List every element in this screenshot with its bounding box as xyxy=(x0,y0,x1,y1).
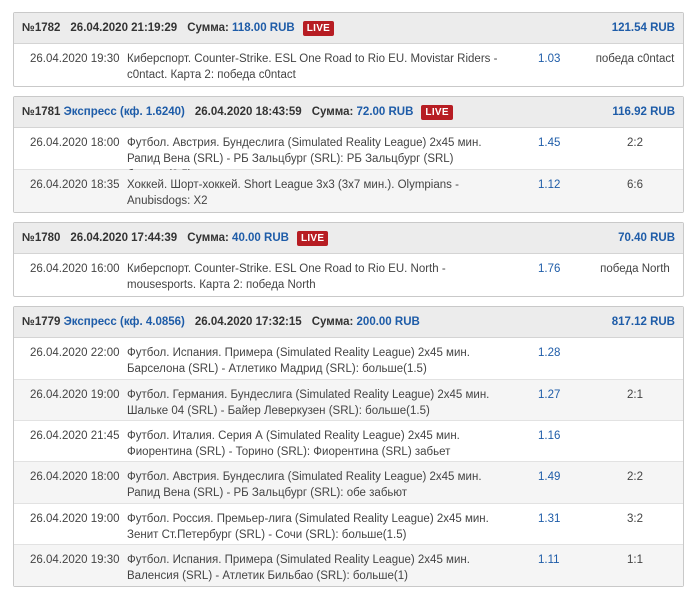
bet-card-1782: №1782 26.04.2020 21:19:29 Сумма: 118.00 … xyxy=(13,12,684,87)
event-description: Футбол. Германия. Бундеслига (Simulated … xyxy=(127,389,490,417)
bet-row: 26.04.2020 16:00 Киберспорт. Counter-Str… xyxy=(14,254,683,296)
event-odds: 1.03 xyxy=(538,53,561,65)
event-date: 26.04.2020 19:00 xyxy=(30,513,120,525)
event-description: Хоккей. Шорт-хоккей. Short League 3x3 (3… xyxy=(127,179,459,207)
bet-card-1779: №1779 Экспресс (кф. 4.0856) 26.04.2020 1… xyxy=(13,306,684,587)
event-date: 26.04.2020 18:35 xyxy=(30,179,120,191)
event-result: 2:1 xyxy=(627,389,643,401)
bet-sum-label: Сумма: xyxy=(311,316,354,328)
bet-payout: 70.40 RUB xyxy=(618,232,675,244)
bet-row: 26.04.2020 19:00 Футбол. Германия. Бунде… xyxy=(14,380,683,421)
event-date: 26.04.2020 19:30 xyxy=(30,554,120,566)
bet-row: 26.04.2020 22:00 Футбол. Испания. Пример… xyxy=(14,338,683,380)
event-date: 26.04.2020 16:00 xyxy=(30,263,120,275)
event-date: 26.04.2020 19:00 xyxy=(30,389,120,401)
bet-row: 26.04.2020 18:00 Футбол. Австрия. Бундес… xyxy=(14,128,683,181)
live-badge: LIVE xyxy=(296,230,329,246)
event-result: 3:2 xyxy=(627,513,643,525)
bet-sum: 118.00 RUB xyxy=(232,22,295,34)
bet-card-1780: №1780 26.04.2020 17:44:39 Сумма: 40.00 R… xyxy=(13,222,684,297)
event-date: 26.04.2020 18:00 xyxy=(30,137,120,149)
event-odds: 1.45 xyxy=(538,137,561,149)
event-odds: 1.12 xyxy=(538,179,561,191)
bet-datetime: 26.04.2020 21:19:29 xyxy=(70,22,178,34)
event-result: 2:2 xyxy=(627,471,643,483)
event-result: 1:1 xyxy=(627,554,643,566)
bet-header[interactable]: №1780 26.04.2020 17:44:39 Сумма: 40.00 R… xyxy=(14,223,683,254)
event-date: 26.04.2020 19:30 xyxy=(30,53,120,65)
bet-datetime: 26.04.2020 18:43:59 xyxy=(194,106,302,118)
live-badge: LIVE xyxy=(302,20,335,36)
event-description: Футбол. Испания. Примера (Simulated Real… xyxy=(127,554,470,582)
express-label: Экспресс (кф. 4.0856) xyxy=(63,316,185,328)
live-badge: LIVE xyxy=(421,104,453,120)
bet-number: №1780 xyxy=(22,232,61,244)
event-date: 26.04.2020 18:00 xyxy=(30,471,120,483)
event-result: 6:6 xyxy=(627,179,643,191)
event-odds: 1.76 xyxy=(538,263,561,275)
event-description: Киберспорт. Counter-Strike. ESL One Road… xyxy=(127,263,446,291)
event-description: Киберспорт. Counter-Strike. ESL One Road… xyxy=(127,53,498,81)
bet-row: 26.04.2020 19:30 Футбол. Испания. Пример… xyxy=(14,545,683,586)
bet-datetime: 26.04.2020 17:44:39 xyxy=(70,232,178,244)
bet-row: 26.04.2020 18:00 Футбол. Австрия. Бундес… xyxy=(14,462,683,504)
bet-sum-label: Сумма: xyxy=(187,232,229,244)
event-description: Футбол. Италия. Серия А (Simulated Reali… xyxy=(127,430,460,458)
bet-number: №1782 xyxy=(22,22,61,34)
bet-card-1781: №1781 Экспресс (кф. 1.6240) 26.04.2020 1… xyxy=(13,96,684,213)
bet-number: №1779 xyxy=(22,316,61,328)
bet-sum: 72.00 RUB xyxy=(356,106,414,118)
event-description: Футбол. Испания. Примера (Simulated Real… xyxy=(127,347,470,375)
bet-sum: 200.00 RUB xyxy=(356,316,420,328)
bet-header[interactable]: №1779 Экспресс (кф. 4.0856) 26.04.2020 1… xyxy=(14,307,683,338)
event-odds: 1.49 xyxy=(538,471,561,483)
express-label: Экспресс (кф. 1.6240) xyxy=(63,106,185,118)
bet-payout: 817.12 RUB xyxy=(611,316,675,328)
bet-sum: 40.00 RUB xyxy=(232,232,289,244)
event-odds: 1.31 xyxy=(538,513,561,525)
event-result: победа North xyxy=(600,263,670,275)
event-odds: 1.28 xyxy=(538,347,561,359)
bet-sum-label: Сумма: xyxy=(311,106,354,118)
bet-row: 26.04.2020 19:00 Футбол. Россия. Премьер… xyxy=(14,504,683,545)
event-date: 26.04.2020 22:00 xyxy=(30,347,120,359)
event-odds: 1.16 xyxy=(538,430,561,442)
event-odds: 1.11 xyxy=(538,554,560,566)
event-result: 2:2 xyxy=(627,137,643,149)
bet-header[interactable]: №1781 Экспресс (кф. 1.6240) 26.04.2020 1… xyxy=(14,97,683,128)
bet-row: 26.04.2020 18:35 Хоккей. Шорт-хоккей. Sh… xyxy=(14,170,683,212)
bet-payout: 116.92 RUB xyxy=(612,106,675,118)
event-odds: 1.27 xyxy=(538,389,561,401)
event-result: победа c0ntact xyxy=(595,53,675,65)
event-date: 26.04.2020 21:45 xyxy=(30,430,120,442)
event-description: Футбол. Австрия. Бундеслига (Simulated R… xyxy=(127,471,482,499)
bet-header[interactable]: №1782 26.04.2020 21:19:29 Сумма: 118.00 … xyxy=(14,13,683,44)
bet-row: 26.04.2020 19:30 Киберспорт. Counter-Str… xyxy=(14,44,683,86)
event-description: Футбол. Россия. Премьер-лига (Simulated … xyxy=(127,513,489,541)
bet-datetime: 26.04.2020 17:32:15 xyxy=(194,316,302,328)
bet-number: №1781 xyxy=(22,106,61,118)
bet-payout: 121.54 RUB xyxy=(611,22,675,34)
bet-sum-label: Сумма: xyxy=(187,22,229,34)
bet-row: 26.04.2020 21:45 Футбол. Италия. Серия А… xyxy=(14,421,683,462)
